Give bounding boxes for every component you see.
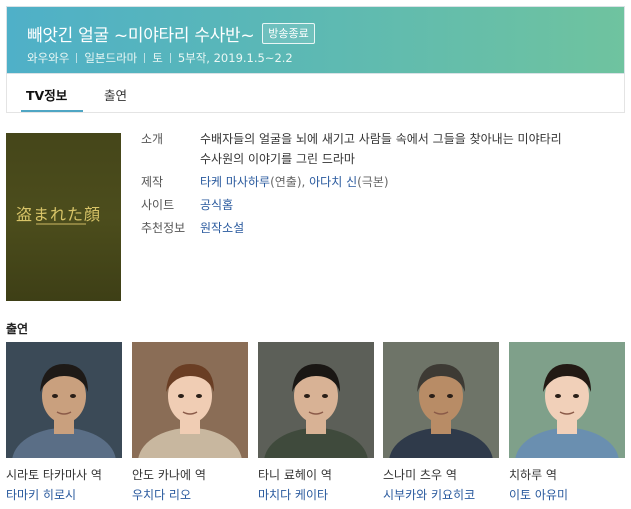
cast-photo[interactable] bbox=[258, 342, 374, 458]
cast-card[interactable]: 타니 료헤이 역마치다 케이타 bbox=[258, 342, 374, 502]
meta-divider bbox=[144, 53, 146, 63]
cast-role: 스나미 츠우 역 bbox=[383, 468, 457, 482]
cast-role: 안도 카나에 역 bbox=[132, 468, 206, 482]
intro-text-line2: 수사원의 이야기를 그린 드라마 bbox=[200, 152, 355, 166]
writer-link[interactable]: 아다치 신 bbox=[309, 175, 357, 189]
cast-actor-link[interactable]: 이토 아유미 bbox=[509, 486, 568, 503]
cast-card[interactable]: 스나미 츠우 역시부카와 키요히코 bbox=[383, 342, 499, 502]
meta-divider bbox=[169, 53, 171, 63]
poster-title-text: 盗まれた顔 bbox=[16, 205, 102, 224]
cast-role: 타니 료헤이 역 bbox=[258, 468, 332, 482]
cast-section-title: 출연 bbox=[6, 322, 29, 336]
tab-bar: TV정보 출연 bbox=[6, 74, 625, 113]
active-tab-indicator bbox=[21, 110, 83, 112]
status-badge: 방송종료 bbox=[262, 23, 315, 44]
cast-actor-link[interactable]: 우치다 리오 bbox=[132, 486, 191, 503]
director-role: (연출), bbox=[270, 175, 310, 189]
director-link[interactable]: 타케 마사하루 bbox=[200, 175, 270, 189]
site-label: 사이트 bbox=[141, 198, 175, 212]
recommend-label: 추천정보 bbox=[141, 221, 186, 235]
episodes-dates: 5부작, 2019.1.5~2.2 bbox=[177, 51, 293, 65]
cast-photo[interactable] bbox=[132, 342, 248, 458]
cast-photo[interactable] bbox=[509, 342, 625, 458]
broadcaster[interactable]: 와우와우 bbox=[27, 50, 69, 66]
original-novel-link[interactable]: 원작소설 bbox=[200, 218, 244, 238]
cast-role: 치하루 역 bbox=[509, 468, 557, 482]
poster-subtitle-line bbox=[36, 223, 86, 225]
meta-divider bbox=[76, 53, 78, 63]
program-header: 빼앗긴 얼굴 ~미야타리 수사반~ 방송종료 와우와우 일본드라마 토 5부작,… bbox=[6, 6, 625, 74]
air-day: 토 bbox=[152, 51, 163, 65]
intro-text-line1: 수배자들의 얼굴을 뇌에 새기고 사람들 속에서 그들을 찾아내는 미야타리 bbox=[200, 132, 562, 146]
production-label: 제작 bbox=[141, 175, 164, 189]
cast-card[interactable]: 치하루 역이토 아유미 bbox=[509, 342, 625, 502]
tab-cast[interactable]: 출연 bbox=[104, 85, 127, 104]
title-row: 빼앗긴 얼굴 ~미야타리 수사반~ 방송종료 bbox=[27, 21, 315, 46]
tab-tv-info[interactable]: TV정보 bbox=[26, 85, 67, 104]
cast-photo[interactable] bbox=[383, 342, 499, 458]
genre: 일본드라마 bbox=[84, 51, 138, 65]
cast-photo[interactable] bbox=[6, 342, 122, 458]
writer-role: (극본) bbox=[357, 175, 389, 189]
intro-label: 소개 bbox=[141, 132, 164, 146]
program-meta: 와우와우 일본드라마 토 5부작, 2019.1.5~2.2 bbox=[27, 50, 293, 66]
program-title[interactable]: 빼앗긴 얼굴 ~미야타리 수사반~ bbox=[27, 21, 255, 46]
cast-card[interactable]: 안도 카나에 역우치다 리오 bbox=[132, 342, 248, 502]
official-site-link[interactable]: 공식홈 bbox=[200, 195, 233, 215]
cast-actor-link[interactable]: 마치다 케이타 bbox=[258, 486, 328, 503]
cast-actor-link[interactable]: 시부카와 키요히코 bbox=[383, 486, 475, 503]
production-value: 타케 마사하루(연출), 아다치 신(극본) bbox=[200, 172, 389, 192]
cast-card[interactable]: 시라토 타카마사 역타마키 히로시 bbox=[6, 342, 122, 502]
cast-role: 시라토 타카마사 역 bbox=[6, 468, 102, 482]
cast-actor-link[interactable]: 타마키 히로시 bbox=[6, 486, 76, 503]
poster-image[interactable]: 盗まれた顔 bbox=[6, 133, 121, 301]
